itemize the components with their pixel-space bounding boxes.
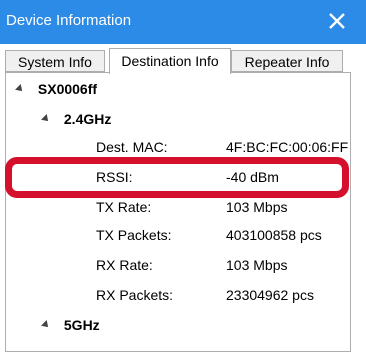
tree-node-5ghz[interactable]: 5GHz (41, 313, 100, 337)
tree-node-device[interactable]: SX0006ff (15, 77, 98, 101)
property-row-rx-rate: RX Rate: 103 Mbps (6, 253, 350, 277)
property-value: 103 Mbps (226, 199, 288, 215)
property-value: 403100858 pcs (226, 227, 322, 243)
property-name: RX Rate: (96, 257, 153, 273)
destination-info-panel: SX0006ff 2.4GHz Dest. MAC: 4F:BC:FC:00:0… (5, 72, 351, 352)
tab-system-info[interactable]: System Info (5, 50, 105, 72)
tree-node-label: 5GHz (63, 317, 100, 333)
tree-node-24ghz[interactable]: 2.4GHz (41, 107, 112, 131)
close-icon[interactable] (326, 10, 348, 32)
property-value: 103 Mbps (226, 257, 288, 273)
property-value: 4F:BC:FC:00:06:FF (226, 139, 349, 155)
tree-node-label: 2.4GHz (63, 111, 112, 127)
property-name: TX Rate: (96, 199, 152, 215)
window-title: Device Information (6, 12, 132, 29)
tab-repeater-info[interactable]: Repeater Info (231, 50, 343, 72)
property-row-tx-rate: TX Rate: 103 Mbps (6, 195, 350, 219)
property-row-dest-mac: Dest. MAC: 4F:BC:FC:00:06:FF (6, 135, 350, 159)
property-row-tx-packets: TX Packets: 403100858 pcs (6, 223, 350, 247)
property-name: Dest. MAC: (96, 139, 168, 155)
property-row-rx-packets: RX Packets: 23304962 pcs (6, 283, 350, 307)
title-bar: Device Information (0, 0, 366, 44)
expand-arrow-icon[interactable] (15, 84, 25, 94)
rssi-highlight-box (5, 157, 349, 198)
tab-destination-info[interactable]: Destination Info (109, 48, 231, 74)
tree-node-label: SX0006ff (37, 81, 98, 97)
property-value: 23304962 pcs (226, 287, 314, 303)
property-name: RX Packets: (96, 287, 174, 303)
property-name: TX Packets: (96, 227, 172, 243)
tab-strip: System Info Destination Info Repeater In… (5, 48, 351, 74)
expand-arrow-icon[interactable] (41, 114, 51, 124)
expand-arrow-icon[interactable] (41, 320, 51, 330)
